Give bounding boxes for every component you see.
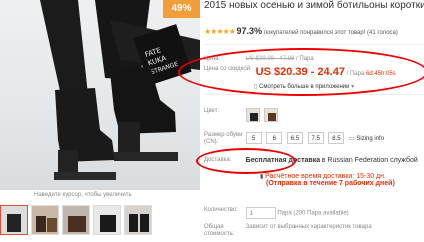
rating-text: покупателей понравился этот товар! (41 г… (263, 30, 398, 36)
shipping-label: Доставка: (204, 157, 232, 163)
zoom-hint: Наведите курсор, чтобы увеличить (34, 192, 132, 198)
quantity-row: Количество: 1 Пара (200 Пара available) (204, 207, 349, 219)
delivery-time: Расчётное время доставки: 15-30 дн. (264, 173, 386, 180)
sale-price-label: Цена со скидкой: (204, 66, 252, 72)
color-swatch-black[interactable] (245, 108, 260, 122)
shipping-row: Доставка: Бесплатная доставка в Russian … (204, 157, 418, 164)
quantity-label: Количество: (204, 207, 238, 213)
thumbnail-strip (0, 205, 152, 239)
sale-price-row: Цена со скидкой: US $20.39 - 24.47 / Пар… (204, 66, 424, 78)
discount-badge: 49% (163, 0, 200, 18)
price-row: Цена: US $39.98 - 47.98 / Пара (204, 56, 314, 62)
delivery-info: ▮ Расчётное время доставки: 15-30 дн. (О… (260, 173, 395, 187)
product-gallery: FATE KUKA STRANGE 49% Наведите курсор, ч… (0, 0, 200, 242)
size-option-7-5[interactable]: 7.5 (307, 132, 324, 144)
more-in-app-row[interactable]: ▯ Смотреть больше в приложении ▾ (254, 83, 354, 90)
color-label: Цвет: (204, 108, 220, 114)
sale-price-unit: / Пара (346, 71, 365, 77)
rating-stars-icon: ★★★★★ (204, 27, 236, 36)
thumbnail-3[interactable] (62, 205, 90, 235)
total-note: Зависит от выбранных характеристик товар… (245, 224, 372, 230)
sale-timer: 6d:45h:05s (365, 71, 396, 77)
color-swatch-brown[interactable] (264, 108, 279, 122)
sizing-info-link[interactable]: Sizing info (356, 136, 384, 142)
main-product-photo[interactable]: FATE KUKA STRANGE 49% (0, 0, 200, 190)
old-price: US $39.98 - 47.98 (245, 56, 295, 62)
boots-photo-icon: FATE KUKA STRANGE (40, 0, 200, 180)
more-in-app-link[interactable]: Смотреть больше в приложении (259, 84, 350, 90)
rating-row: ★★★★★ 97.3% покупателей понравился этот … (204, 26, 424, 36)
size-option-5[interactable]: 5 (245, 132, 262, 144)
old-price-unit: / Пара (296, 56, 314, 62)
price-label: Цена: (204, 56, 221, 62)
shipping-free: Бесплатная доставка (245, 157, 321, 164)
size-row: Размер обуви (CN): 5 6 6.5 7.5 8.5 ▭ Siz… (204, 132, 384, 146)
thumbnail-2[interactable] (31, 205, 59, 235)
product-title: 2015 новых осенью и зимой ботильоны коро… (204, 0, 424, 11)
shipping-destination[interactable]: в Russian Federation службой (322, 157, 418, 164)
size-option-8-5[interactable]: 8.5 (328, 132, 345, 144)
divider (204, 94, 424, 95)
product-info: 2015 новых осенью и зимой ботильоны коро… (204, 0, 424, 242)
color-row: Цвет: (204, 108, 281, 122)
rating-percent: 97.3% (236, 26, 263, 36)
quantity-input[interactable]: 1 (245, 207, 276, 219)
dispatch-time: (Отправка в течение 7 рабочих дней) (266, 180, 395, 187)
divider (204, 44, 424, 45)
ruler-icon: ▭ (349, 136, 355, 142)
total-label: Общая стоимость: (204, 224, 235, 237)
thumbnail-5[interactable] (124, 205, 152, 235)
thumbnail-1[interactable] (0, 205, 28, 235)
chevron-down-icon: ▾ (351, 84, 355, 90)
total-row: Общая стоимость: Зависит от выбранных ха… (204, 224, 372, 238)
thumbnail-4[interactable] (93, 205, 121, 235)
size-option-6-5[interactable]: 6.5 (287, 132, 304, 144)
phone-icon: ▯ (254, 84, 258, 90)
size-option-6[interactable]: 6 (266, 132, 283, 144)
quantity-note: Пара (200 Пара available) (277, 210, 349, 217)
size-label: Размер обуви (CN): (204, 132, 243, 145)
sale-price: US $20.39 - 24.47 (255, 66, 345, 78)
